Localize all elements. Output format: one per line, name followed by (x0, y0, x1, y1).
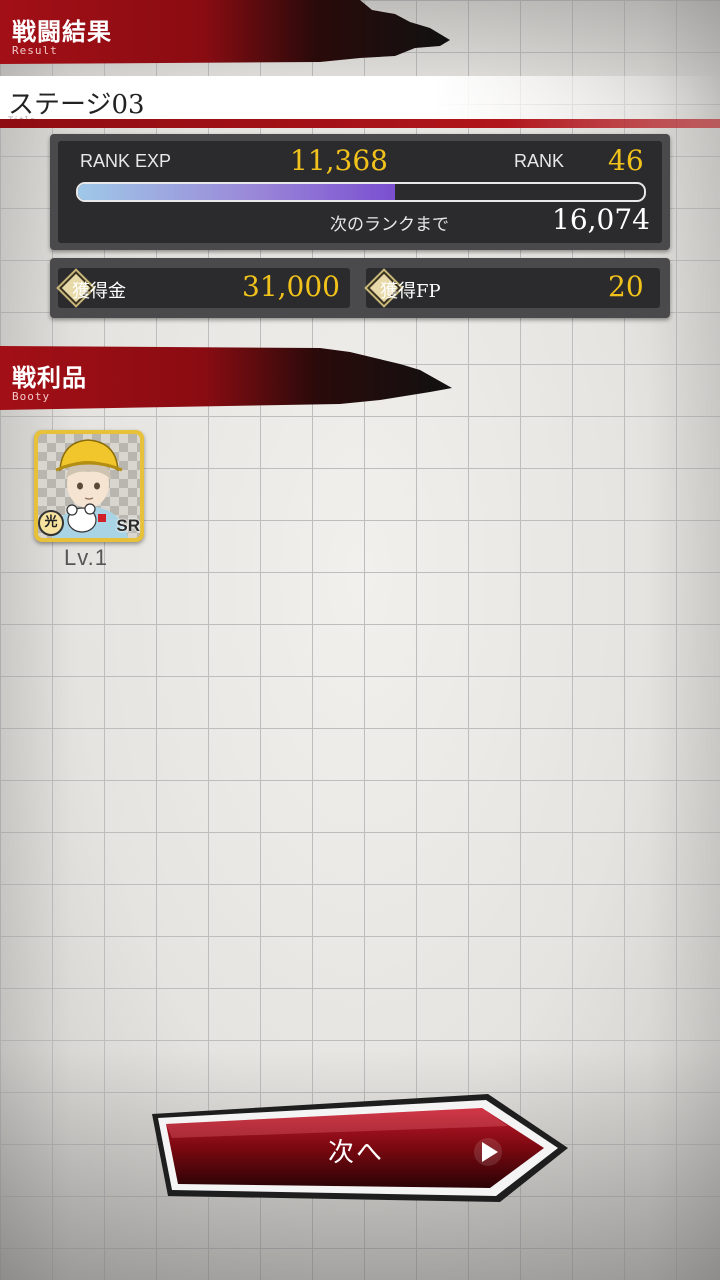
result-header: 戦闘結果 Result (0, 0, 460, 64)
rank-value: 46 (608, 144, 644, 177)
booty-item-level: Lv.1 (64, 545, 108, 570)
rank-exp-progress-fill (78, 184, 395, 200)
booty-subtitle: Booty (12, 390, 51, 403)
stage-title-bar: ステージ03 Title (0, 76, 720, 128)
booty-header: 戦利品 Booty (0, 346, 460, 410)
rank-label: RANK (514, 151, 565, 171)
next-rank-label: 次のランクまで (330, 215, 449, 235)
next-rank-value: 16,074 (552, 203, 650, 236)
money-box: 獲得金 31,000 (58, 268, 350, 308)
next-button-label: 次へ (328, 1138, 385, 1168)
fp-value: 20 (608, 270, 644, 303)
rank-exp-progress-bar (76, 182, 646, 202)
booty-title: 戦利品 (12, 363, 87, 392)
element-light-icon: 光 (38, 510, 64, 536)
stage-title-underline (0, 119, 720, 128)
next-button[interactable]: 次へ (148, 1092, 574, 1204)
fp-box: 獲得FP 20 (366, 268, 660, 308)
result-title: 戦闘結果 (12, 17, 112, 46)
money-label: 獲得金 (72, 281, 126, 302)
fp-label: 獲得FP (380, 281, 441, 302)
result-subtitle: Result (12, 44, 58, 57)
booty-item-card[interactable]: 光 SR (34, 430, 144, 542)
rank-exp-label: RANK EXP (80, 151, 172, 171)
rank-exp-value: 11,368 (290, 144, 388, 177)
money-value: 31,000 (242, 270, 340, 303)
rarity-badge: SR (116, 516, 140, 535)
